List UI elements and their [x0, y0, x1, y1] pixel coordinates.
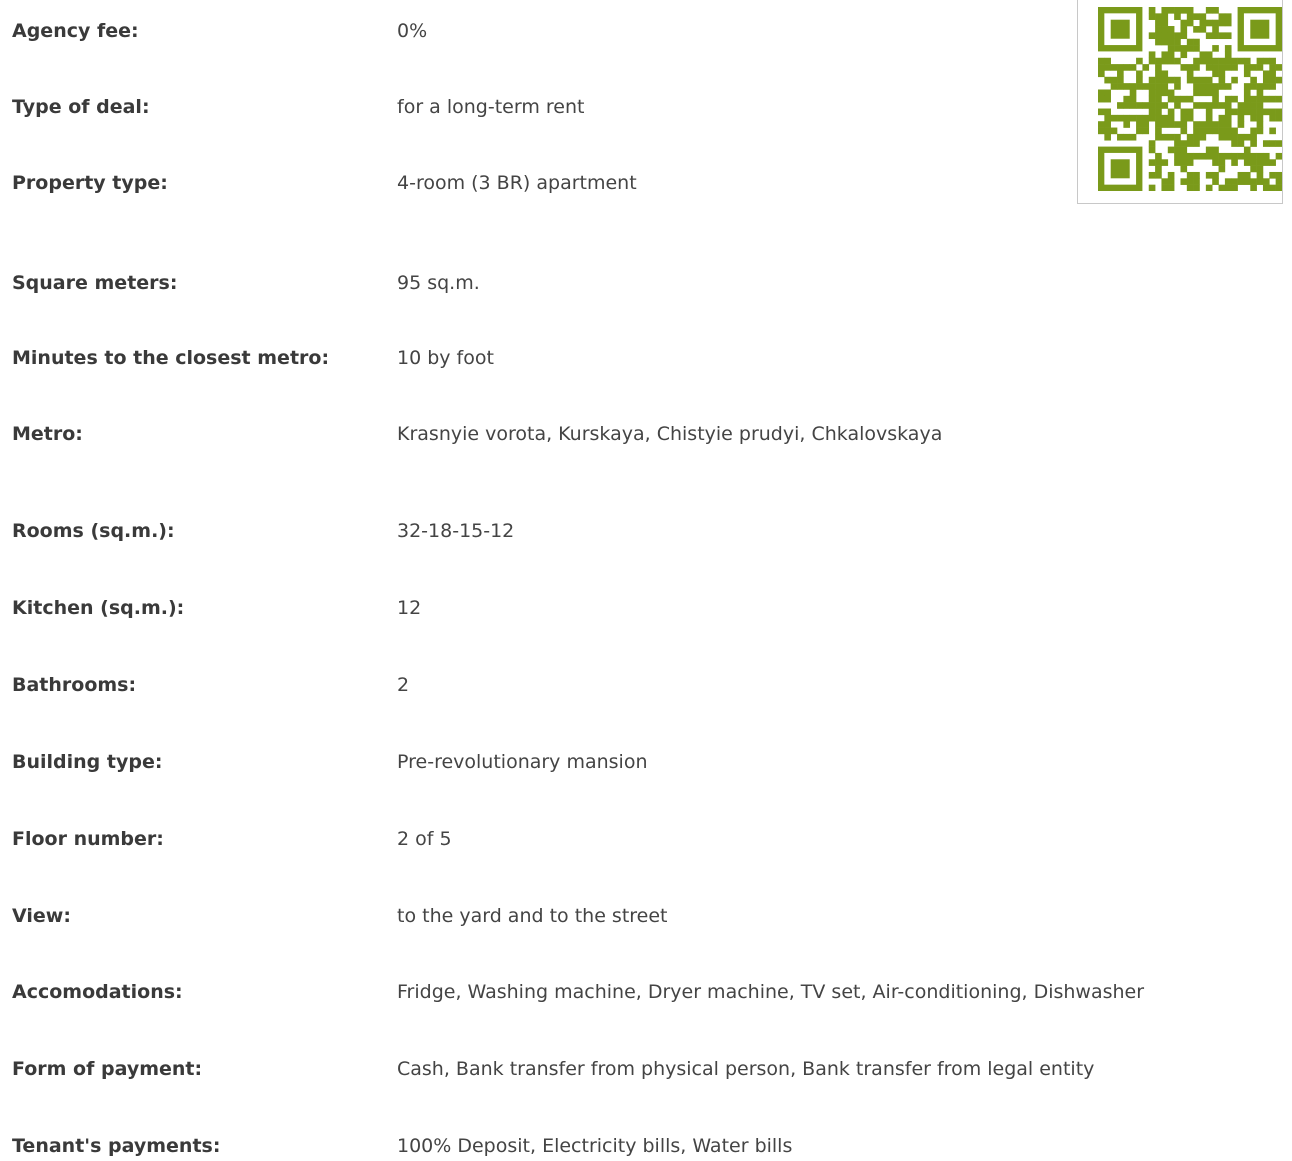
- property-row-metro: Metro: Krasnyie vorota, Kurskaya, Chisty…: [12, 419, 942, 449]
- property-row-type-of-deal: Type of deal: for a long-term rent: [12, 92, 584, 122]
- property-row-view: View: to the yard and to the street: [12, 901, 668, 931]
- qr-code-icon: [1098, 7, 1282, 191]
- property-value: 100% Deposit, Electricity bills, Water b…: [397, 1135, 793, 1157]
- property-label: Tenant's payments:: [12, 1135, 221, 1157]
- property-value: Krasnyie vorota, Kurskaya, Chistyie prud…: [397, 423, 943, 445]
- property-row-tenants-payments: Tenant's payments: 100% Deposit, Electri…: [12, 1131, 792, 1161]
- property-label: Accomodations:: [12, 981, 183, 1003]
- property-label: Kitchen (sq.m.):: [12, 597, 185, 619]
- property-label: Rooms (sq.m.):: [12, 520, 175, 542]
- property-value: for a long-term rent: [397, 96, 585, 118]
- property-label: Minutes to the closest metro:: [12, 347, 330, 369]
- property-value: 32-18-15-12: [397, 520, 515, 542]
- property-label: Building type:: [12, 751, 163, 773]
- property-value: 4-room (3 BR) apartment: [397, 172, 637, 194]
- property-row-agency-fee: Agency fee: 0%: [12, 16, 427, 46]
- property-row-accomodations: Accomodations: Fridge, Washing machine, …: [12, 977, 1144, 1007]
- property-label: Bathrooms:: [12, 674, 137, 696]
- property-row-rooms: Rooms (sq.m.): 32-18-15-12: [12, 516, 514, 546]
- property-value: 2 of 5: [397, 828, 452, 850]
- property-row-square-meters: Square meters: 95 sq.m.: [12, 268, 480, 298]
- property-value: 0%: [397, 20, 428, 42]
- property-label: View:: [12, 905, 71, 927]
- property-label: Agency fee:: [12, 20, 139, 42]
- property-row-bathrooms: Bathrooms: 2: [12, 670, 409, 700]
- property-value: Pre-revolutionary mansion: [397, 751, 648, 773]
- property-value: 10 by foot: [397, 347, 494, 369]
- property-value: to the yard and to the street: [397, 905, 668, 927]
- property-label: Metro:: [12, 423, 83, 445]
- property-row-building-type: Building type: Pre-revolutionary mansion: [12, 747, 648, 777]
- property-row-property-type: Property type: 4-room (3 BR) apartment: [12, 168, 637, 198]
- property-value: 2: [397, 674, 410, 696]
- property-row-floor-number: Floor number: 2 of 5: [12, 824, 452, 854]
- property-value: 95 sq.m.: [397, 272, 480, 294]
- property-label: Form of payment:: [12, 1058, 203, 1080]
- property-value: Fridge, Washing machine, Dryer machine, …: [397, 981, 1145, 1003]
- property-row-minutes-to-metro: Minutes to the closest metro: 10 by foot: [12, 343, 494, 373]
- property-label: Square meters:: [12, 272, 178, 294]
- property-label: Property type:: [12, 172, 168, 194]
- property-value: 12: [397, 597, 422, 619]
- property-label: Type of deal:: [12, 96, 150, 118]
- property-label: Floor number:: [12, 828, 164, 850]
- qr-code-frame: [1077, 0, 1283, 204]
- property-value: Cash, Bank transfer from physical person…: [397, 1058, 1095, 1080]
- property-row-kitchen: Kitchen (sq.m.): 12: [12, 593, 421, 623]
- property-row-form-of-payment: Form of payment: Cash, Bank transfer fro…: [12, 1054, 1094, 1084]
